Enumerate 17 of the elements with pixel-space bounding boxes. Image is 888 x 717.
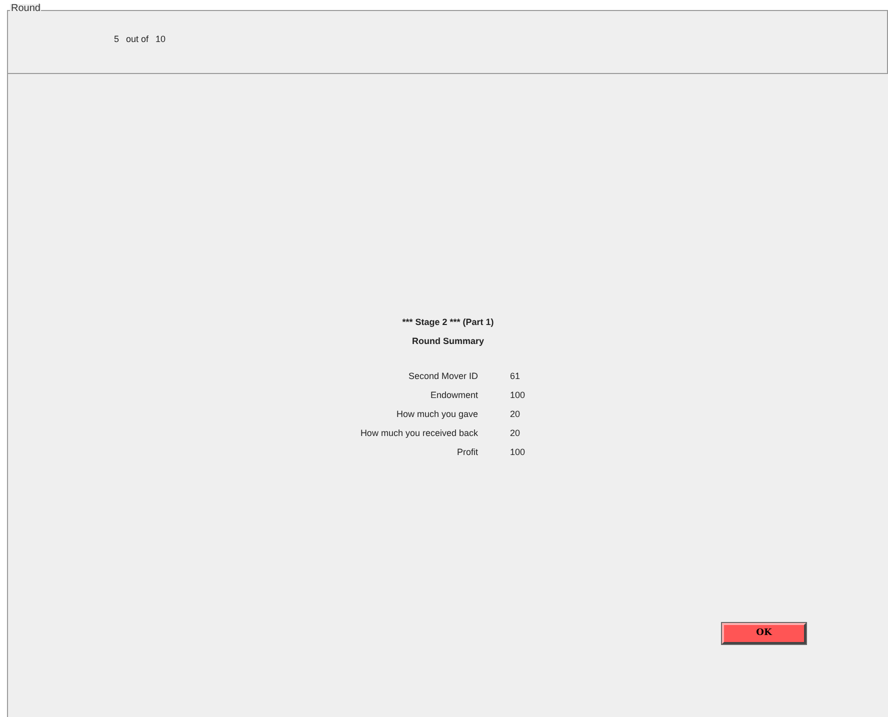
summary-value: 20 — [510, 408, 520, 422]
stage-heading: *** Stage 2 *** (Part 1) — [402, 316, 494, 328]
summary-value: 100 — [510, 446, 526, 460]
summary-label: How much you received back — [359, 427, 478, 440]
round-current: 5 — [114, 33, 120, 46]
summary-label: Second Mover ID — [407, 370, 478, 384]
summary-value: 20 — [510, 427, 520, 440]
summary-label: How much you gave — [395, 408, 478, 422]
summary-label: Profit — [456, 446, 478, 460]
round-total: 10 — [156, 33, 166, 46]
summary-value: 100 — [510, 389, 526, 402]
summary-label: Endowment — [429, 389, 478, 402]
summary-heading: Round Summary — [412, 335, 484, 347]
round-panel-title: Round — [10, 4, 42, 14]
round-separator: out of — [126, 33, 149, 46]
summary-value: 61 — [510, 370, 520, 384]
ok-button[interactable]: OK — [722, 623, 806, 644]
